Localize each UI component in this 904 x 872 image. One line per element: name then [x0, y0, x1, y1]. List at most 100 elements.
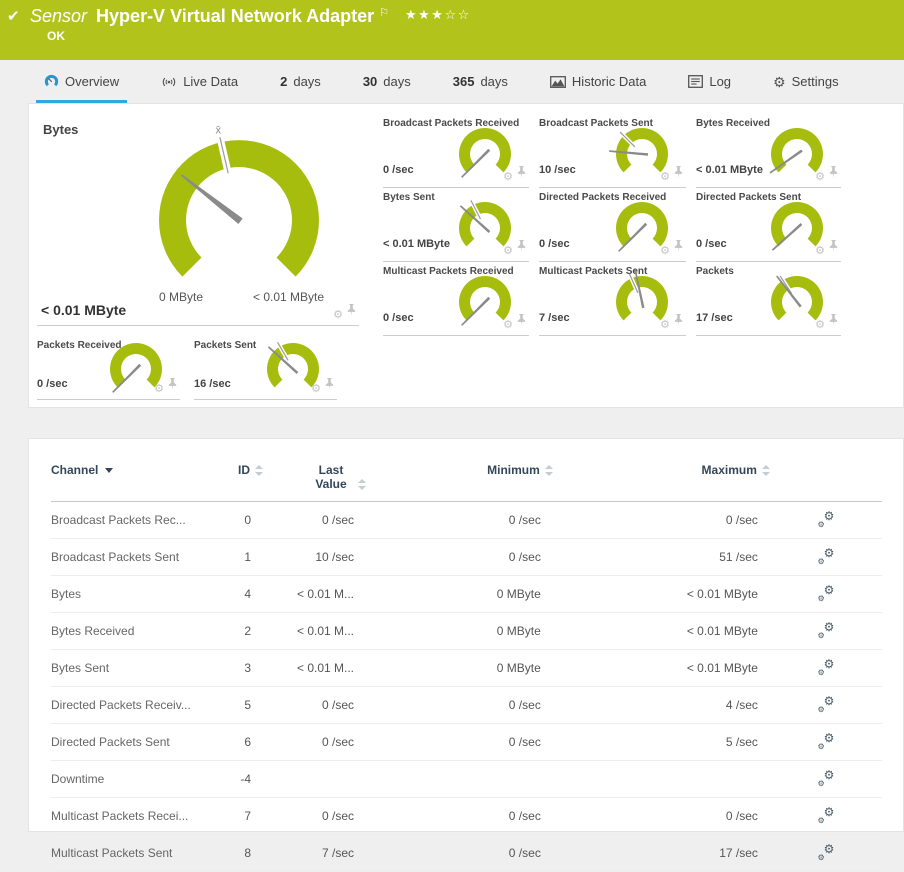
- gauge-settings-icon[interactable]: ⚙: [503, 246, 513, 257]
- column-header-id[interactable]: ID: [217, 459, 265, 502]
- bytes-gauge-dial: x̄: [139, 124, 339, 308]
- maximum-cell: < 0.01 MByte: [553, 575, 771, 613]
- column-header-maximum[interactable]: Maximum: [553, 459, 771, 502]
- last-value-cell: 0 /sec: [264, 723, 368, 761]
- gauge-multicast-packets-sent: Multicast Packets Sent 7 /sec ⚙: [539, 262, 686, 336]
- channel-settings-icon[interactable]: ⚙ ⚙: [817, 731, 834, 751]
- id-cell: 4: [217, 575, 265, 613]
- sensor-status-badge: OK: [47, 29, 65, 43]
- last-value-cell: 10 /sec: [264, 538, 368, 576]
- channel-cell: Directed Packets Sent: [51, 723, 218, 761]
- tab-365-days[interactable]: 365 days: [449, 60, 512, 103]
- channel-settings-icon[interactable]: ⚙ ⚙: [817, 620, 834, 640]
- gauge-settings-icon[interactable]: ⚙: [815, 320, 825, 331]
- channel-settings-icon[interactable]: ⚙ ⚙: [817, 694, 834, 714]
- gauge-packets: Packets 17 /sec ⚙: [696, 262, 841, 336]
- table-row: Multicast Packets Sent 8 7 /sec 0 /sec 1…: [51, 834, 882, 872]
- tab-settings[interactable]: ⚙ Settings: [769, 60, 843, 103]
- minimum-cell: [367, 760, 554, 798]
- gauge-settings-icon[interactable]: ⚙: [660, 172, 670, 183]
- gauge-title: Packets Sent: [194, 340, 257, 351]
- channel-settings-icon[interactable]: ⚙ ⚙: [817, 546, 834, 566]
- pin-icon[interactable]: [517, 239, 526, 257]
- last-value-cell: [264, 760, 368, 798]
- channel-settings-icon[interactable]: ⚙ ⚙: [817, 842, 834, 862]
- channel-settings-icon[interactable]: ⚙ ⚙: [817, 768, 834, 788]
- gauge-value: 16 /sec: [194, 378, 231, 390]
- minimum-cell: 0 MByte: [367, 575, 554, 613]
- column-header-last-value[interactable]: Last Value: [264, 459, 368, 502]
- gauge-broadcast-packets-received: Broadcast Packets Received 0 /sec ⚙: [383, 114, 529, 188]
- priority-stars[interactable]: ★★★☆☆: [405, 7, 471, 22]
- tab-log[interactable]: Log: [684, 60, 735, 103]
- id-cell: 2: [217, 612, 265, 650]
- gauge-scale-min: 0 MByte: [159, 290, 204, 304]
- gauge-settings-icon[interactable]: ⚙: [815, 172, 825, 183]
- tab-historic-data[interactable]: Historic Data: [546, 60, 650, 103]
- gauges-panel: Bytes x̄ 0 MByte < 0.01 MByte < 0.01 MBy…: [28, 103, 904, 408]
- svg-text:x̄: x̄: [216, 124, 222, 136]
- channels-table: Channel ID Last Value Minimum Maximum Br…: [51, 459, 882, 872]
- channel-cell: Broadcast Packets Rec...: [51, 501, 218, 539]
- historic-data-icon: [549, 75, 566, 89]
- table-row: Multicast Packets Recei... 7 0 /sec 0 /s…: [51, 797, 882, 835]
- pin-icon[interactable]: [674, 239, 683, 257]
- pin-icon[interactable]: [829, 313, 838, 331]
- channel-settings-icon[interactable]: ⚙ ⚙: [817, 583, 834, 603]
- maximum-cell: 0 /sec: [553, 797, 771, 835]
- pin-icon[interactable]: [674, 165, 683, 183]
- last-value-cell: 7 /sec: [264, 834, 368, 872]
- id-cell: 5: [217, 686, 265, 724]
- gauge-settings-icon[interactable]: ⚙: [503, 320, 513, 331]
- gauge-settings-icon[interactable]: ⚙: [503, 172, 513, 183]
- object-kind-label: Sensor: [30, 6, 88, 26]
- tab-overview[interactable]: Overview: [35, 60, 128, 103]
- gauge-bytes-sent: Bytes Sent < 0.01 MByte ⚙: [383, 188, 529, 262]
- column-header-channel[interactable]: Channel: [51, 459, 218, 502]
- pin-icon[interactable]: [517, 165, 526, 183]
- maximum-cell: [553, 760, 771, 798]
- gauge-packets-sent: Packets Sent 16 /sec ⚙: [194, 336, 337, 400]
- tab-live-data[interactable]: Live Data: [157, 60, 242, 103]
- pin-icon[interactable]: [829, 239, 838, 257]
- channels-panel: Channel ID Last Value Minimum Maximum Br…: [28, 438, 904, 872]
- pin-icon[interactable]: [829, 165, 838, 183]
- gauge-title: Bytes Received: [696, 118, 770, 129]
- gauge-value: 17 /sec: [696, 312, 733, 324]
- gauge-settings-icon[interactable]: ⚙: [660, 246, 670, 257]
- channel-settings-icon[interactable]: ⚙ ⚙: [817, 657, 834, 677]
- gauge-value: 0 /sec: [383, 164, 414, 176]
- gauge-directed-packets-received: Directed Packets Received 0 /sec ⚙: [539, 188, 686, 262]
- channel-settings-icon[interactable]: ⚙ ⚙: [817, 509, 834, 529]
- pin-icon[interactable]: [674, 313, 683, 331]
- pin-icon[interactable]: [517, 313, 526, 331]
- tab-bar: Overview Live Data 2 days 30 days 365 da…: [0, 60, 904, 103]
- gauge-settings-icon[interactable]: ⚙: [154, 384, 164, 395]
- minimum-cell: 0 /sec: [367, 538, 554, 576]
- gauge-settings-icon[interactable]: ⚙: [660, 320, 670, 331]
- tab-2-days[interactable]: 2 days: [276, 60, 325, 103]
- gauge-value: < 0.01 MByte: [696, 164, 763, 176]
- maximum-cell: 5 /sec: [553, 723, 771, 761]
- gauge-settings-icon[interactable]: ⚙: [311, 384, 321, 395]
- table-row: Directed Packets Receiv... 5 0 /sec 0 /s…: [51, 686, 882, 724]
- pin-icon[interactable]: [347, 303, 356, 321]
- channel-cell: Bytes Sent: [51, 649, 218, 687]
- gauge-bytes: Bytes x̄ 0 MByte < 0.01 MByte < 0.01 MBy…: [37, 114, 359, 326]
- priority-flag-icon[interactable]: ⚐: [379, 7, 389, 19]
- minimum-cell: 0 MByte: [367, 612, 554, 650]
- maximum-cell: 0 /sec: [553, 501, 771, 539]
- last-value-cell: 0 /sec: [264, 797, 368, 835]
- gauge-title: Packets: [696, 266, 734, 277]
- pin-icon[interactable]: [168, 377, 177, 395]
- channel-settings-icon[interactable]: ⚙ ⚙: [817, 805, 834, 825]
- pin-icon[interactable]: [325, 377, 334, 395]
- column-header-minimum[interactable]: Minimum: [367, 459, 554, 502]
- gauge-packets-received: Packets Received 0 /sec ⚙: [37, 336, 180, 400]
- channel-cell: Multicast Packets Sent: [51, 834, 218, 872]
- gauge-settings-icon[interactable]: ⚙: [333, 310, 343, 321]
- tab-30-days[interactable]: 30 days: [359, 60, 415, 103]
- channel-cell: Multicast Packets Recei...: [51, 797, 218, 835]
- gauge-settings-icon[interactable]: ⚙: [815, 246, 825, 257]
- gauge-value: < 0.01 MByte: [41, 302, 127, 318]
